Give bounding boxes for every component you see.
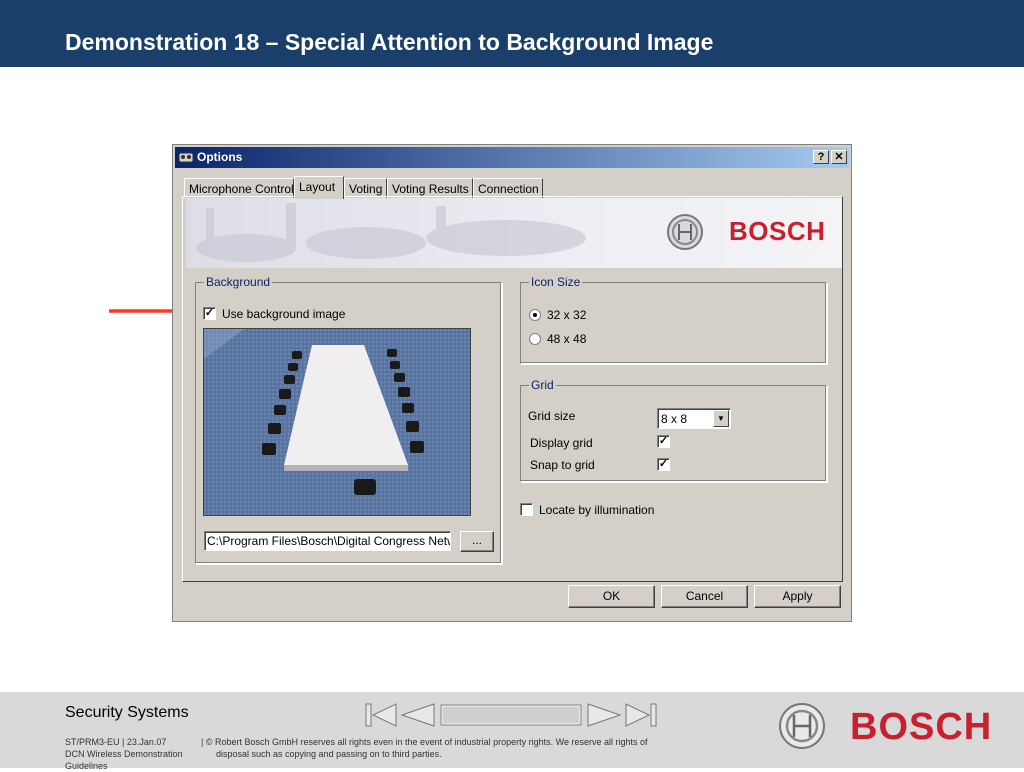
dialog-titlebar[interactable]: Options ? ✕: [175, 147, 849, 168]
use-background-label: Use background image: [222, 307, 346, 321]
banner-brand: BOSCH: [729, 216, 826, 246]
chevron-down-icon[interactable]: ▼: [713, 410, 729, 427]
app-icon: [178, 152, 194, 163]
dialog-title: Options: [197, 150, 243, 164]
footer-company: Security Systems: [65, 704, 189, 721]
snap-to-grid-label: Snap to grid: [530, 458, 595, 472]
grid-size-label: Grid size: [528, 409, 576, 423]
slide-title: Demonstration 18 – Special Attention to …: [65, 29, 714, 55]
icon-size-group: Icon Size: [520, 275, 827, 364]
icon-size-48-label: 48 x 48: [547, 332, 587, 346]
next-slide-icon[interactable]: [586, 702, 622, 728]
use-background-checkbox[interactable]: ✓: [203, 307, 216, 320]
browse-button[interactable]: ...: [460, 531, 494, 552]
bosch-banner: BOSCH: [186, 198, 842, 268]
snap-to-grid-checkbox[interactable]: ✓: [657, 458, 670, 471]
footer-meta-line3: Guidelines: [65, 761, 108, 771]
banner-conference-image: [196, 203, 586, 262]
footer-meta-line1: ST/PRM3-EU | 23.Jan.07: [65, 737, 167, 747]
slide-progress-bar: [440, 704, 582, 726]
icon-size-group-label: Icon Size: [529, 275, 583, 289]
grid-size-value: 8 x 8: [661, 412, 688, 426]
footer-copyright-line2: disposal such as copying and passing on …: [216, 749, 442, 759]
previous-slide-icon[interactable]: [400, 702, 436, 728]
footer-meta-line2: DCN Wireless Demonstration: [65, 749, 183, 759]
slide-header: Demonstration 18 – Special Attention to …: [0, 0, 1024, 67]
tab-voting-results[interactable]: Voting Results: [387, 178, 473, 198]
display-grid-label: Display grid: [530, 436, 593, 450]
cancel-button[interactable]: Cancel: [661, 585, 748, 608]
options-dialog: Options ? ✕ Microphone Control Layout Vo…: [172, 144, 852, 622]
icon-size-32-radio[interactable]: [529, 309, 541, 321]
background-path-input[interactable]: C:\Program Files\Bosch\Digital Congress …: [204, 531, 451, 551]
tab-voting[interactable]: Voting: [344, 178, 387, 198]
locate-illumination-label: Locate by illumination: [539, 503, 655, 517]
tab-connection[interactable]: Connection: [473, 178, 543, 198]
grid-size-select[interactable]: 8 x 8 ▼: [657, 408, 731, 429]
ok-button[interactable]: OK: [568, 585, 655, 608]
slide-footer: Security Systems ST/PRM3-EU | 23.Jan.07 …: [0, 692, 1024, 771]
background-preview-image: [203, 328, 471, 516]
locate-illumination-checkbox[interactable]: [520, 503, 533, 516]
first-slide-icon[interactable]: [364, 702, 398, 728]
help-button[interactable]: ?: [813, 150, 829, 164]
background-group-label: Background: [204, 275, 273, 289]
bosch-armature-icon: [779, 703, 825, 749]
footer-copyright-line1: | © Robert Bosch GmbH reserves all right…: [201, 737, 648, 747]
tab-microphone-control[interactable]: Microphone Control: [184, 178, 294, 198]
display-grid-checkbox[interactable]: ✓: [657, 435, 670, 448]
last-slide-icon[interactable]: [624, 702, 658, 728]
bosch-armature-icon: [667, 214, 703, 250]
tab-layout[interactable]: Layout: [294, 176, 344, 199]
grid-group-label: Grid: [529, 378, 556, 392]
close-button[interactable]: ✕: [831, 150, 847, 164]
apply-button[interactable]: Apply: [754, 585, 841, 608]
icon-size-32-label: 32 x 32: [547, 308, 587, 322]
footer-brand: BOSCH: [850, 706, 993, 748]
icon-size-48-radio[interactable]: [529, 333, 541, 345]
